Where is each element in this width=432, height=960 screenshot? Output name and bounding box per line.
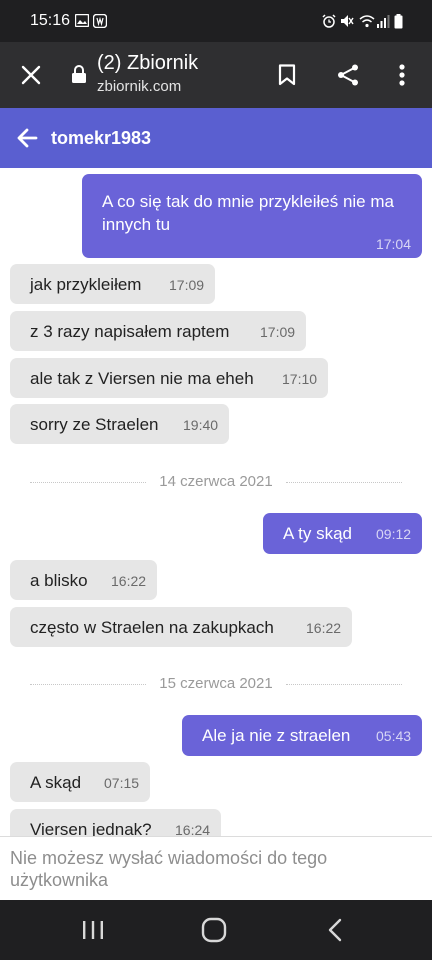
message-list[interactable]: A co się tak do mnie przykleiłeś nie ma …	[0, 168, 432, 836]
status-time: 15:16	[30, 12, 71, 29]
status-bar: 15:16	[0, 0, 432, 42]
wifi-icon	[359, 14, 375, 33]
message-time: 17:10	[282, 371, 318, 387]
message-text: jak przykleiłem	[30, 275, 142, 294]
message-time: 16:22	[306, 620, 342, 636]
message-bubble-incoming[interactable]: często w Straelen na zakupkach 16:22	[10, 607, 352, 647]
close-icon[interactable]	[12, 56, 50, 94]
message-time: 16:22	[111, 573, 147, 589]
mute-icon	[340, 14, 354, 33]
chat-username[interactable]: tomekr1983	[51, 128, 151, 149]
message-time: 17:09	[169, 277, 205, 293]
alarm-icon	[322, 14, 336, 33]
message-text: z 3 razy napisałem raptem	[30, 322, 230, 341]
message-text: sorry ze Straelen	[30, 415, 159, 434]
back-icon[interactable]	[315, 910, 355, 950]
page-url[interactable]: zbiornik.com	[97, 78, 181, 95]
message-bubble-incoming[interactable]: ale tak z Viersen nie ma eheh 17:10	[10, 358, 328, 398]
message-bubble-incoming[interactable]: a blisko 16:22	[10, 560, 157, 600]
bookmark-icon[interactable]	[268, 56, 306, 94]
message-text: Viersen jednak?	[30, 820, 152, 836]
compose-area: Nie możesz wysłać wiadomości do tego uży…	[0, 836, 432, 900]
message-bubble-incoming[interactable]: jak przykleiłem 17:09	[10, 264, 215, 304]
message-time: 07:15	[104, 775, 140, 791]
chat-header: tomekr1983	[0, 108, 432, 168]
date-label: 14 czerwca 2021	[159, 473, 273, 490]
message-text: A skąd	[30, 773, 82, 792]
message-time: 05:43	[376, 728, 412, 744]
message-bubble-incoming[interactable]: z 3 razy napisałem raptem 17:09	[10, 311, 306, 351]
app-notification-icon	[92, 13, 108, 33]
signal-icon	[377, 14, 390, 33]
message-bubble-outgoing[interactable]: Ale ja nie z straelen 05:43	[182, 715, 422, 756]
message-text: Ale ja nie z straelen	[202, 726, 351, 745]
arrow-left-icon[interactable]	[12, 122, 44, 154]
more-vert-icon[interactable]	[383, 56, 421, 94]
message-time: 16:24	[175, 822, 211, 836]
date-label: 15 czerwca 2021	[159, 675, 273, 692]
lock-icon	[70, 63, 88, 85]
message-bubble-outgoing[interactable]: A ty skąd 09:12	[263, 513, 422, 554]
recent-apps-icon[interactable]	[73, 910, 113, 950]
date-separator: 14 czerwca 2021	[30, 472, 402, 492]
battery-icon	[394, 14, 403, 34]
message-time: 09:12	[376, 526, 412, 542]
system-nav-bar	[0, 900, 432, 960]
message-time: 17:04	[375, 236, 411, 252]
share-icon[interactable]	[329, 56, 367, 94]
message-bubble-outgoing[interactable]: A co się tak do mnie przykleiłeś nie ma …	[82, 174, 422, 258]
gallery-icon	[74, 13, 90, 32]
message-text: A ty skąd	[283, 524, 352, 543]
message-text: a blisko	[30, 571, 88, 590]
page-title: (2) Zbiornik	[97, 52, 199, 74]
cannot-message-notice: Nie możesz wysłać wiadomości do tego uży…	[10, 848, 328, 890]
browser-toolbar: (2) Zbiornik zbiornik.com	[0, 42, 432, 108]
message-bubble-incoming[interactable]: A skąd 07:15	[10, 762, 150, 802]
message-bubble-incoming[interactable]: Viersen jednak? 16:24	[10, 809, 221, 836]
message-time: 17:09	[260, 324, 296, 340]
message-text: często w Straelen na zakupkach	[30, 618, 274, 637]
message-text: ale tak z Viersen nie ma eheh	[30, 369, 254, 388]
message-text: A co się tak do mnie przykleiłeś nie ma …	[102, 192, 394, 234]
home-icon[interactable]	[194, 910, 234, 950]
message-time: 19:40	[183, 417, 219, 433]
date-separator: 15 czerwca 2021	[30, 674, 402, 694]
message-bubble-incoming[interactable]: sorry ze Straelen 19:40	[10, 404, 229, 444]
